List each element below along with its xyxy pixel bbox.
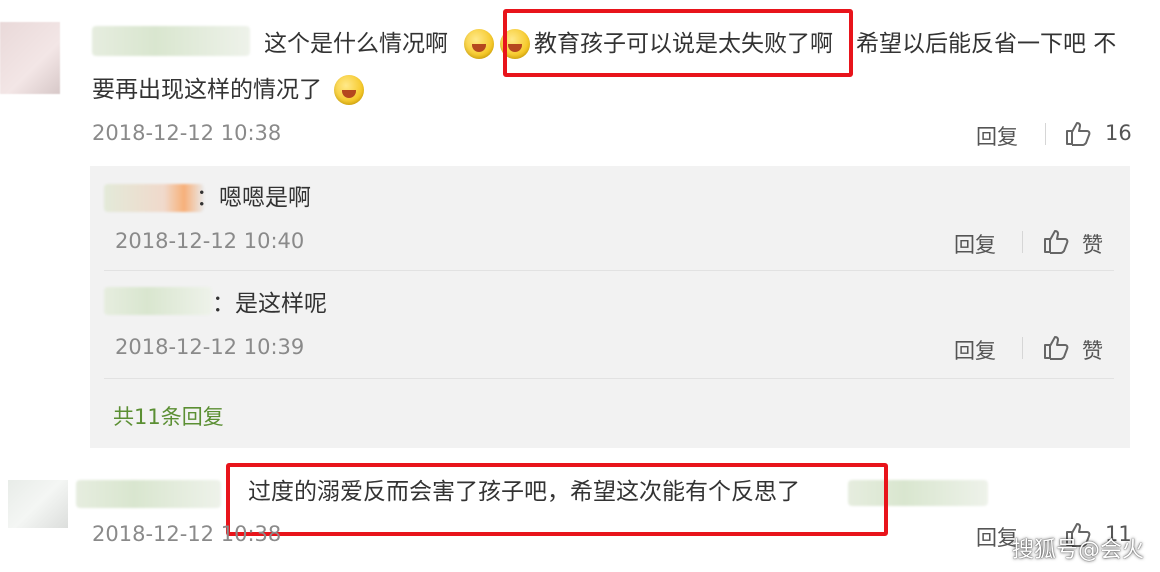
reply-text: ：嗯嗯是啊 xyxy=(196,185,311,211)
timestamp: 2018-12-12 10:40 xyxy=(115,229,305,253)
divider xyxy=(1022,231,1023,253)
avatar[interactable] xyxy=(8,480,68,528)
thumb-up-icon[interactable] xyxy=(1065,120,1093,146)
emoji-laugh-cry-icon xyxy=(464,29,494,59)
comment-text: 希望以后能反省一下吧 不 xyxy=(856,31,1117,57)
thumb-up-icon[interactable] xyxy=(1043,228,1071,254)
thumb-up-icon[interactable] xyxy=(1043,334,1071,360)
watermark: 搜狐号@会火 xyxy=(1011,538,1144,563)
timestamp: 2018-12-12 10:38 xyxy=(92,522,282,546)
avatar[interactable] xyxy=(0,22,60,94)
comment-text: 要再出现这样的情况了 xyxy=(92,77,322,103)
like-button[interactable]: 赞 xyxy=(1082,335,1103,365)
more-replies-link[interactable]: 共11条回复 xyxy=(113,401,224,431)
reply-button[interactable]: 回复 xyxy=(954,335,996,365)
reply-text: ：是这样呢 xyxy=(212,291,327,317)
divider xyxy=(1022,337,1023,359)
like-button[interactable]: 赞 xyxy=(1082,229,1103,259)
username-blurred[interactable] xyxy=(92,26,250,56)
comment-text: 这个是什么情况啊 xyxy=(264,31,448,57)
reply-button[interactable]: 回复 xyxy=(954,229,996,259)
highlight-box xyxy=(503,9,853,77)
username-blurred[interactable] xyxy=(104,287,212,315)
highlight-box xyxy=(226,463,888,536)
username-blurred[interactable] xyxy=(104,184,204,212)
divider xyxy=(104,270,1114,271)
reply-button[interactable]: 回复 xyxy=(976,121,1018,151)
divider xyxy=(1045,123,1046,145)
like-count: 16 xyxy=(1105,121,1132,145)
timestamp: 2018-12-12 10:39 xyxy=(115,335,305,359)
username-blurred[interactable] xyxy=(76,480,221,508)
divider xyxy=(104,378,1114,379)
emoji-laugh-cry-icon xyxy=(334,75,364,105)
timestamp: 2018-12-12 10:38 xyxy=(92,121,282,145)
